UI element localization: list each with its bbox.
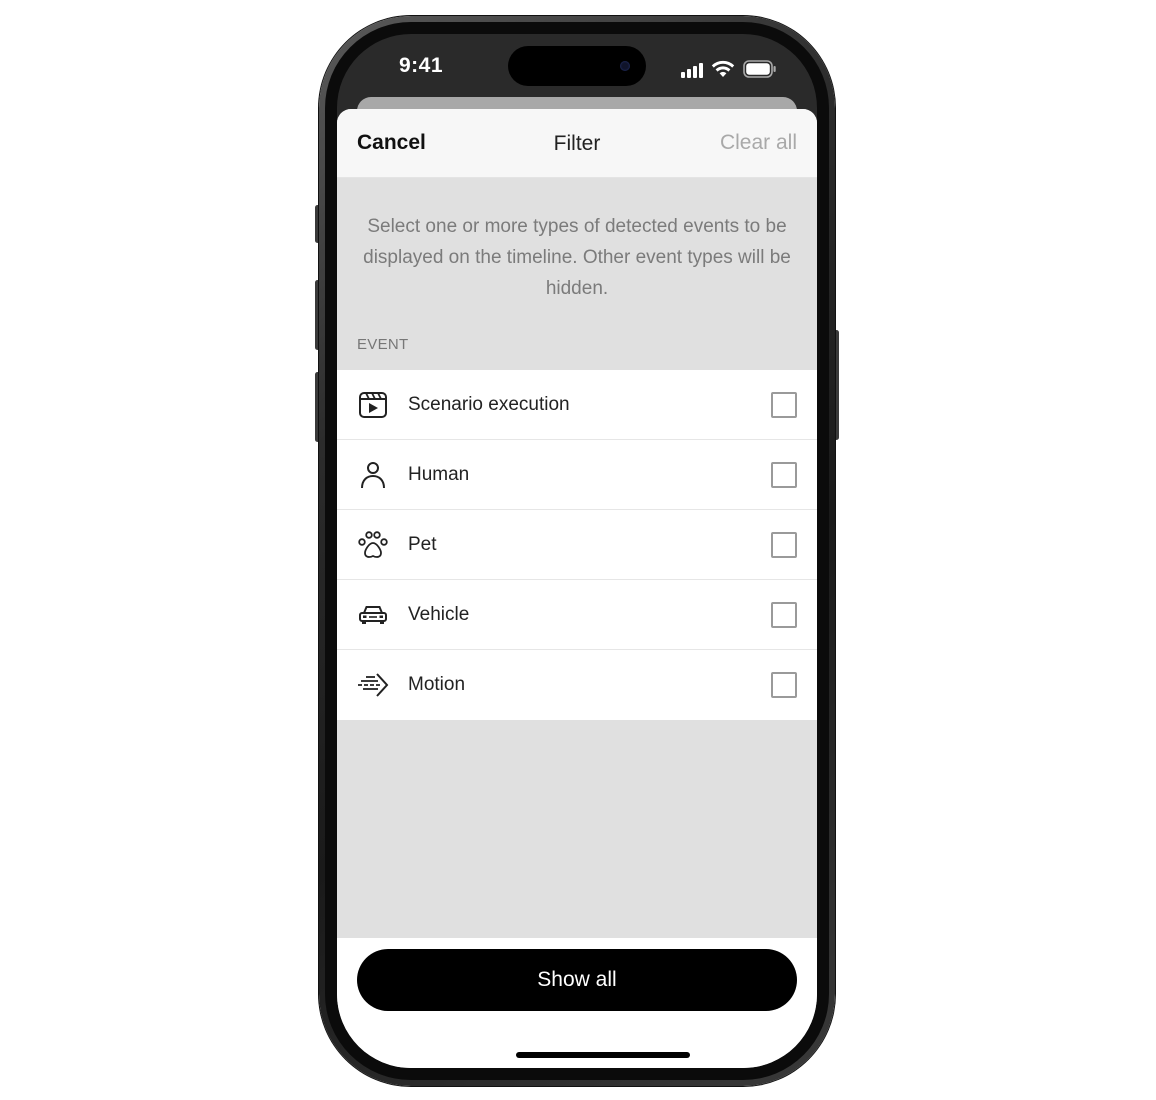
phone-screen: 9:41 Cancel Filter Clear all Select one …: [337, 34, 817, 1068]
vehicle-checkbox[interactable]: [771, 601, 797, 628]
event-list: Scenario execution Human Pet Vehicle Mot…: [337, 370, 817, 720]
sheet-footer: Show all: [337, 938, 817, 1068]
status-time: 9:41: [399, 54, 444, 77]
filter-sheet: Cancel Filter Clear all Select one or mo…: [337, 109, 817, 1068]
show-all-button[interactable]: Show all: [357, 949, 797, 1011]
front-camera: [620, 61, 630, 71]
battery-icon: [743, 60, 776, 78]
scenario-execution-checkbox[interactable]: [771, 391, 797, 418]
event-item-label: Pet: [408, 533, 437, 555]
home-indicator[interactable]: [516, 1052, 690, 1058]
scenario-icon: [357, 389, 389, 421]
event-item-scenario-execution[interactable]: Scenario execution: [337, 370, 817, 440]
motion-icon: [357, 669, 389, 701]
clear-all-button[interactable]: Clear all: [720, 131, 797, 155]
paw-icon: [357, 529, 389, 561]
navigation-bar: Cancel Filter Clear all: [337, 109, 817, 178]
wifi-icon: [711, 60, 735, 77]
pet-checkbox[interactable]: [771, 531, 797, 558]
dynamic-island: [508, 46, 646, 86]
event-item-motion[interactable]: Motion: [337, 650, 817, 720]
event-item-label: Human: [408, 463, 470, 485]
person-icon: [357, 459, 389, 491]
event-item-human[interactable]: Human: [337, 440, 817, 510]
human-checkbox[interactable]: [771, 461, 797, 488]
event-item-pet[interactable]: Pet: [337, 510, 817, 580]
filter-description: Select one or more types of detected eve…: [363, 216, 791, 299]
cancel-button[interactable]: Cancel: [357, 131, 426, 155]
motion-checkbox[interactable]: [771, 672, 797, 698]
section-header-event: EVENT: [357, 335, 409, 353]
event-item-vehicle[interactable]: Vehicle: [337, 580, 817, 650]
event-item-label: Scenario execution: [408, 393, 570, 415]
status-icons: [681, 58, 777, 78]
cellular-signal-icon: [681, 62, 703, 78]
stage: 9:41 Cancel Filter Clear all Select one …: [0, 0, 1156, 1100]
event-item-label: Motion: [408, 674, 466, 695]
car-icon: [357, 599, 389, 631]
event-item-label: Vehicle: [408, 603, 470, 625]
